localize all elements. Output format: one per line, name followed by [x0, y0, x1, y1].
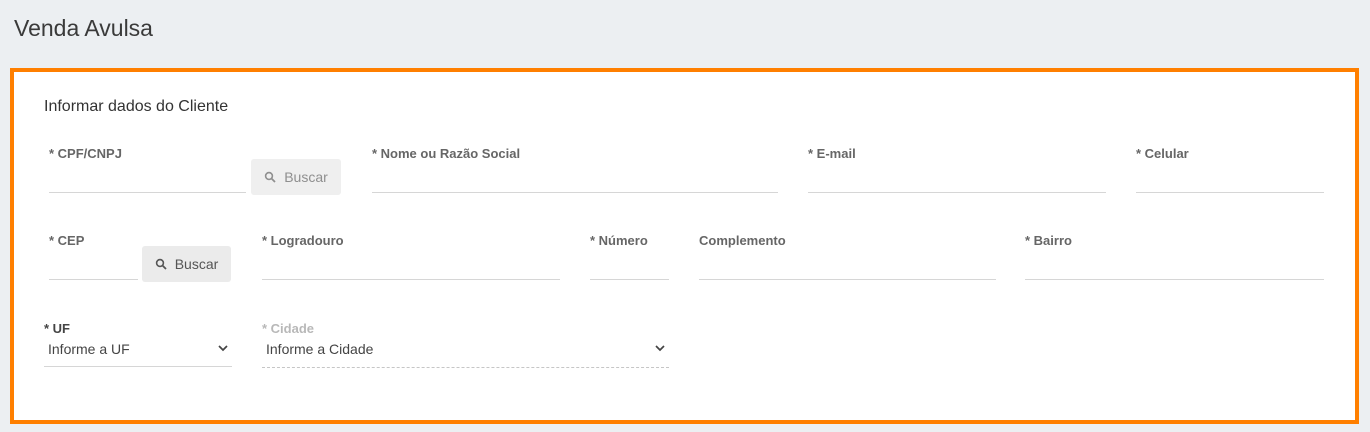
- cpf-cnpj-underline: [49, 192, 246, 193]
- email-input[interactable]: [808, 171, 1106, 191]
- buscar-cep-label: Buscar: [174, 256, 219, 272]
- celular-underline: [1136, 192, 1324, 193]
- celular-label: * Celular: [1136, 146, 1189, 161]
- complemento-underline: [699, 279, 996, 280]
- complemento-field: Complemento: [699, 233, 996, 280]
- bairro-underline: [1025, 279, 1324, 280]
- chevron-down-icon: [218, 345, 228, 352]
- uf-select[interactable]: * UF Informe a UF: [44, 321, 232, 367]
- nome-razao-social-field: * Nome ou Razão Social: [372, 146, 778, 193]
- page-title: Venda Avulsa: [14, 15, 153, 41]
- nome-razao-social-input[interactable]: [372, 171, 778, 191]
- uf-label: * UF: [44, 321, 70, 336]
- logradouro-underline: [262, 279, 560, 280]
- email-field: * E-mail: [808, 146, 1106, 193]
- bairro-input[interactable]: [1025, 258, 1324, 278]
- cidade-select[interactable]: * Cidade Informe a Cidade: [262, 321, 669, 368]
- numero-input[interactable]: [590, 258, 669, 278]
- email-label: * E-mail: [808, 146, 856, 161]
- numero-field: * Número: [590, 233, 669, 280]
- logradouro-field: * Logradouro: [262, 233, 560, 280]
- cpf-cnpj-label: * CPF/CNPJ: [49, 146, 122, 161]
- cidade-value: Informe a Cidade: [266, 341, 374, 357]
- section-title: Informar dados do Cliente: [44, 98, 229, 115]
- logradouro-input[interactable]: [262, 258, 560, 278]
- complemento-input[interactable]: [699, 258, 996, 278]
- complemento-label: Complemento: [699, 233, 786, 248]
- nome-razao-social-label: * Nome ou Razão Social: [372, 146, 521, 161]
- cep-underline: [49, 279, 138, 280]
- cidade-underline: [262, 367, 669, 368]
- cpf-cnpj-input[interactable]: [49, 171, 246, 191]
- logradouro-label: * Logradouro: [262, 233, 344, 248]
- search-icon: [265, 171, 276, 183]
- cep-input[interactable]: [49, 258, 138, 278]
- uf-underline: [44, 366, 232, 367]
- nome-underline: [372, 192, 778, 193]
- numero-label: * Número: [590, 233, 648, 248]
- search-icon: [155, 258, 167, 270]
- buscar-cpf-button[interactable]: Buscar: [251, 159, 341, 195]
- numero-underline: [590, 279, 669, 280]
- buscar-cpf-label: Buscar: [284, 169, 328, 185]
- bairro-label: * Bairro: [1025, 233, 1072, 248]
- cpf-cnpj-field: * CPF/CNPJ: [49, 146, 246, 193]
- bairro-field: * Bairro: [1025, 233, 1324, 280]
- celular-input[interactable]: [1136, 171, 1324, 191]
- cep-field: * CEP: [49, 233, 138, 280]
- cidade-label: * Cidade: [262, 321, 315, 336]
- buscar-cep-button[interactable]: Buscar: [142, 246, 231, 282]
- celular-field: * Celular: [1136, 146, 1324, 193]
- chevron-down-icon: [655, 345, 665, 352]
- email-underline: [808, 192, 1106, 193]
- client-form-card: Informar dados do Cliente * CPF/CNPJ Bus…: [10, 68, 1359, 424]
- cep-label: * CEP: [49, 233, 85, 248]
- uf-value: Informe a UF: [48, 341, 130, 357]
